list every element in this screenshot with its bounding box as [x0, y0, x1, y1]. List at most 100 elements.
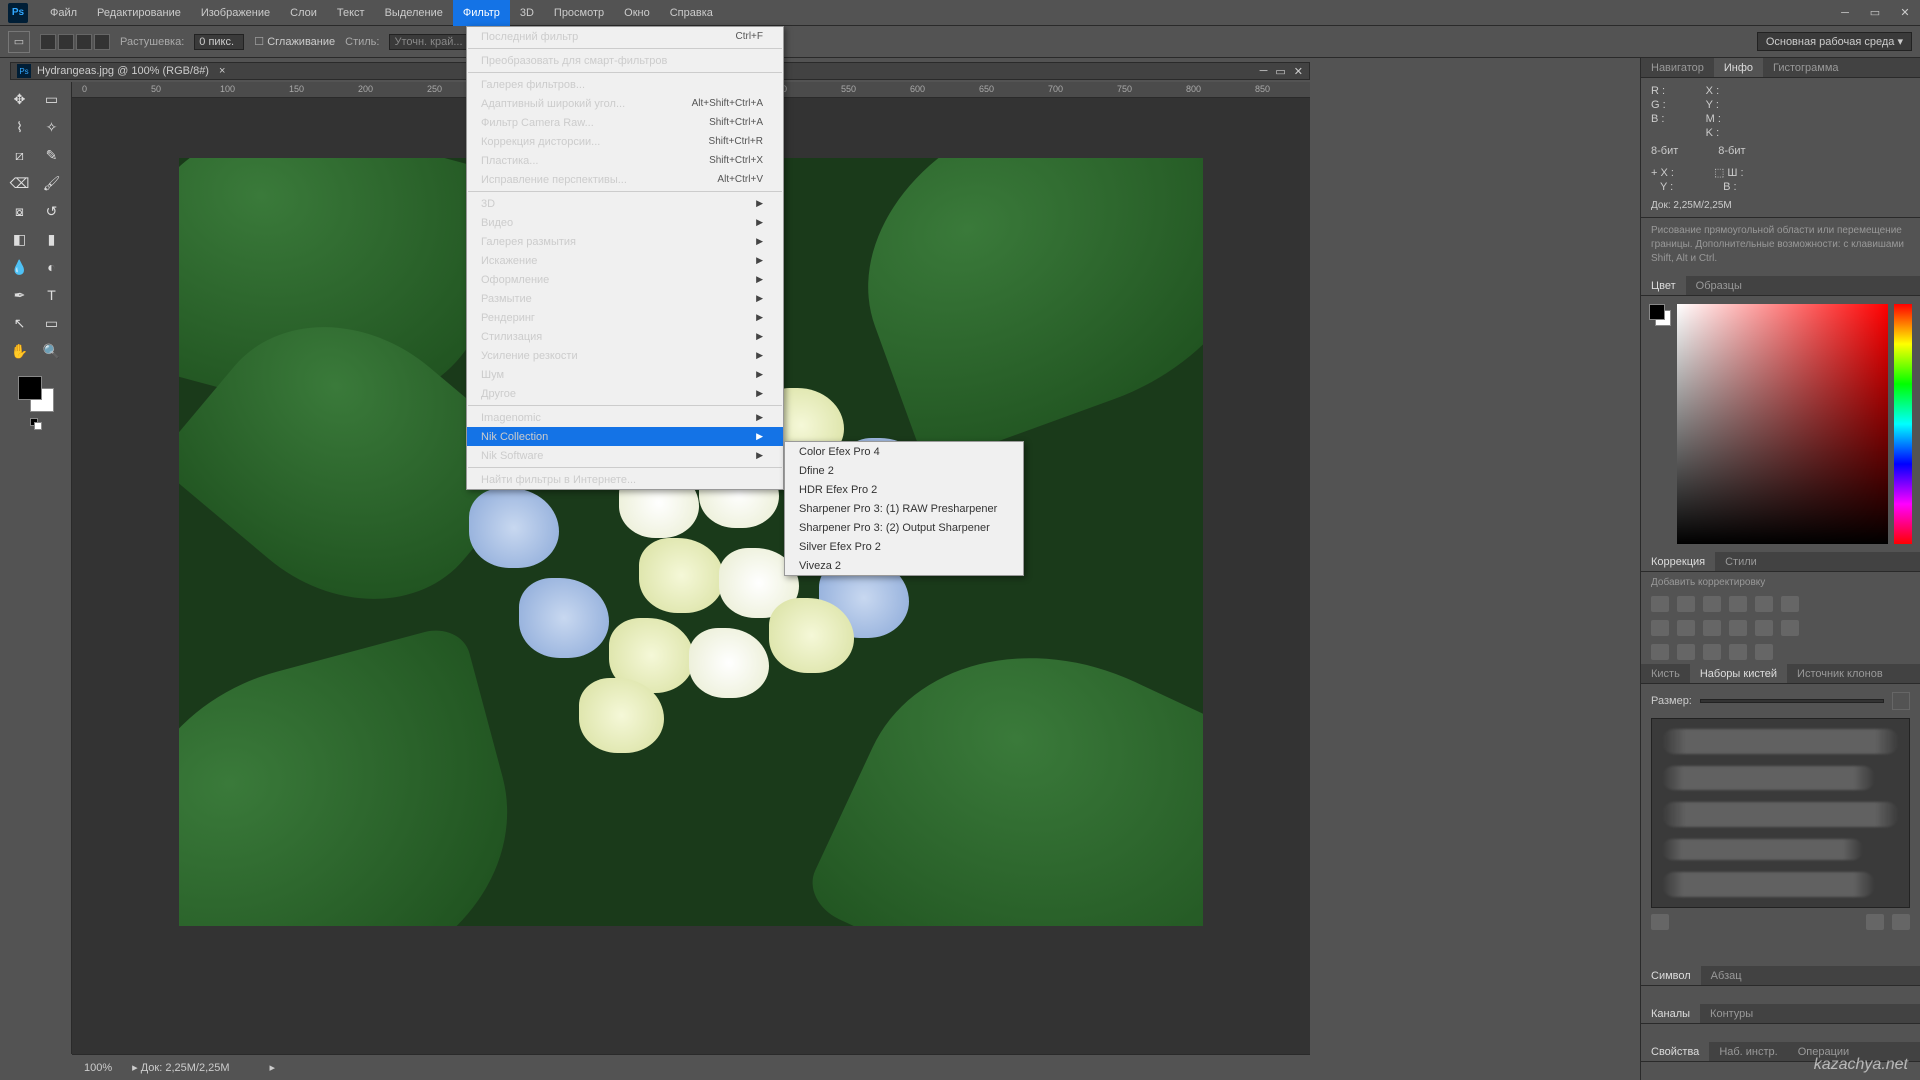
brush-preset[interactable]	[1662, 872, 1875, 897]
menu-item[interactable]: Шум▶	[467, 365, 783, 384]
selective-color-icon[interactable]	[1703, 644, 1721, 660]
gradient-map-icon[interactable]	[1677, 644, 1695, 660]
submenu-item[interactable]: Dfine 2	[785, 461, 1023, 480]
tab-paragraph[interactable]: Абзац	[1701, 966, 1752, 985]
path-tool[interactable]: ↖	[7, 312, 33, 334]
history-brush-tool[interactable]: ↺	[39, 200, 65, 222]
foreground-color[interactable]	[18, 376, 42, 400]
menu-item[interactable]: Последний фильтрCtrl+F	[467, 27, 783, 46]
maximize-icon[interactable]: ▭	[1860, 0, 1890, 26]
menu-item[interactable]: Преобразовать для смарт-фильтров	[467, 51, 783, 70]
hue-slider[interactable]	[1894, 304, 1912, 544]
menu-item[interactable]: Оформление▶	[467, 270, 783, 289]
brush-opt-icon[interactable]	[1651, 914, 1669, 930]
brush-preset[interactable]	[1662, 802, 1899, 827]
menu-item[interactable]: Фильтр Camera Raw...Shift+Ctrl+A	[467, 113, 783, 132]
tab-info[interactable]: Инфо	[1714, 58, 1763, 77]
photo-filter-icon[interactable]	[1677, 620, 1695, 636]
doc-close-icon[interactable]: ✕	[1294, 65, 1303, 78]
menu-файл[interactable]: Файл	[40, 0, 87, 26]
pen-tool[interactable]: ✒	[7, 284, 33, 306]
menu-изображение[interactable]: Изображение	[191, 0, 280, 26]
threshold-icon[interactable]	[1651, 644, 1669, 660]
color-panel-swatch[interactable]	[1649, 304, 1671, 326]
submenu-item[interactable]: Sharpener Pro 3: (2) Output Sharpener	[785, 518, 1023, 537]
hand-tool[interactable]: ✋	[7, 340, 33, 362]
marquee-tool-icon[interactable]: ▭	[8, 31, 30, 53]
menu-выделение[interactable]: Выделение	[375, 0, 453, 26]
menu-слои[interactable]: Слои	[280, 0, 327, 26]
color-swatches[interactable]	[16, 374, 56, 414]
smooth-checkbox[interactable]: ☐ Сглаживание	[254, 35, 335, 48]
tab-clone-source[interactable]: Источник клонов	[1787, 664, 1893, 683]
gradient-tool[interactable]: ▮	[39, 228, 65, 250]
menu-item[interactable]: Пластика...Shift+Ctrl+X	[467, 151, 783, 170]
adj5-icon[interactable]	[1755, 644, 1773, 660]
stamp-tool[interactable]: ⧇	[7, 200, 33, 222]
menu-окно[interactable]: Окно	[614, 0, 660, 26]
tab-adjustments[interactable]: Коррекция	[1641, 552, 1715, 571]
brush-size-slider[interactable]	[1700, 699, 1884, 703]
submenu-item[interactable]: Sharpener Pro 3: (1) RAW Presharpener	[785, 499, 1023, 518]
tab-character[interactable]: Символ	[1641, 966, 1701, 985]
menu-item[interactable]: Галерея фильтров...	[467, 75, 783, 94]
healing-tool[interactable]: ⌫	[7, 172, 33, 194]
menu-item[interactable]: Найти фильтры в Интернете...	[467, 470, 783, 489]
menu-item[interactable]: Искажение▶	[467, 251, 783, 270]
menu-текст[interactable]: Текст	[327, 0, 375, 26]
adj4-icon[interactable]	[1729, 644, 1747, 660]
posterize-icon[interactable]	[1781, 620, 1799, 636]
menu-справка[interactable]: Справка	[660, 0, 723, 26]
bw-icon[interactable]	[1651, 620, 1669, 636]
move-tool[interactable]: ✥	[7, 88, 33, 110]
menu-item[interactable]: Видео▶	[467, 213, 783, 232]
zoom-level[interactable]: 100%	[84, 1062, 112, 1074]
status-arrow-icon[interactable]: ▸	[270, 1061, 276, 1074]
brush-tool[interactable]: 🖌	[39, 172, 65, 194]
tab-navigator[interactable]: Навигатор	[1641, 58, 1714, 77]
eraser-tool[interactable]: ◧	[7, 228, 33, 250]
brush-preset[interactable]	[1662, 839, 1863, 860]
selection-mode[interactable]	[40, 34, 110, 50]
menu-item[interactable]: Галерея размытия▶	[467, 232, 783, 251]
menu-item[interactable]: Усиление резкости▶	[467, 346, 783, 365]
menu-item[interactable]: Рендеринг▶	[467, 308, 783, 327]
brightness-icon[interactable]	[1651, 596, 1669, 612]
new-brush-icon[interactable]	[1866, 914, 1884, 930]
feather-input[interactable]: 0 пикс.	[194, 34, 244, 50]
menu-item[interactable]: Адаптивный широкий угол...Alt+Shift+Ctrl…	[467, 94, 783, 113]
menu-item[interactable]: Другое▶	[467, 384, 783, 403]
magic-wand-tool[interactable]: ✧	[39, 116, 65, 138]
type-tool[interactable]: T	[39, 284, 65, 306]
dodge-tool[interactable]: ◐	[39, 256, 65, 278]
marquee-tool[interactable]: ▭	[39, 88, 65, 110]
brush-preset[interactable]	[1662, 729, 1899, 754]
tab-styles[interactable]: Стили	[1715, 552, 1767, 571]
menu-item[interactable]: Коррекция дисторсии...Shift+Ctrl+R	[467, 132, 783, 151]
tab-properties[interactable]: Свойства	[1641, 1042, 1709, 1061]
default-colors-icon[interactable]	[30, 418, 42, 430]
submenu-item[interactable]: Color Efex Pro 4	[785, 442, 1023, 461]
exposure-icon[interactable]	[1729, 596, 1747, 612]
tab-tool-presets[interactable]: Наб. инстр.	[1709, 1042, 1787, 1061]
close-icon[interactable]: ✕	[1890, 0, 1920, 26]
tab-histogram[interactable]: Гистограмма	[1763, 58, 1849, 77]
submenu-item[interactable]: Viveza 2	[785, 556, 1023, 575]
eyedropper-tool[interactable]: ✎	[39, 144, 65, 166]
submenu-item[interactable]: Silver Efex Pro 2	[785, 537, 1023, 556]
channel-mixer-icon[interactable]	[1703, 620, 1721, 636]
menu-фильтр[interactable]: Фильтр	[453, 0, 510, 26]
menu-3d[interactable]: 3D	[510, 0, 544, 26]
tab-paths[interactable]: Контуры	[1700, 1004, 1763, 1023]
blur-tool[interactable]: 💧	[7, 256, 33, 278]
shape-tool[interactable]: ▭	[39, 312, 65, 334]
close-doc-icon[interactable]: ×	[219, 65, 225, 77]
doc-minimize-icon[interactable]: ─	[1260, 65, 1268, 78]
menu-item[interactable]: Стилизация▶	[467, 327, 783, 346]
menu-item[interactable]: Imagenomic▶	[467, 408, 783, 427]
menu-редактирование[interactable]: Редактирование	[87, 0, 191, 26]
tab-color[interactable]: Цвет	[1641, 276, 1686, 295]
zoom-tool[interactable]: 🔍	[39, 340, 65, 362]
menu-item[interactable]: Nik Collection▶	[467, 427, 783, 446]
hue-icon[interactable]	[1781, 596, 1799, 612]
